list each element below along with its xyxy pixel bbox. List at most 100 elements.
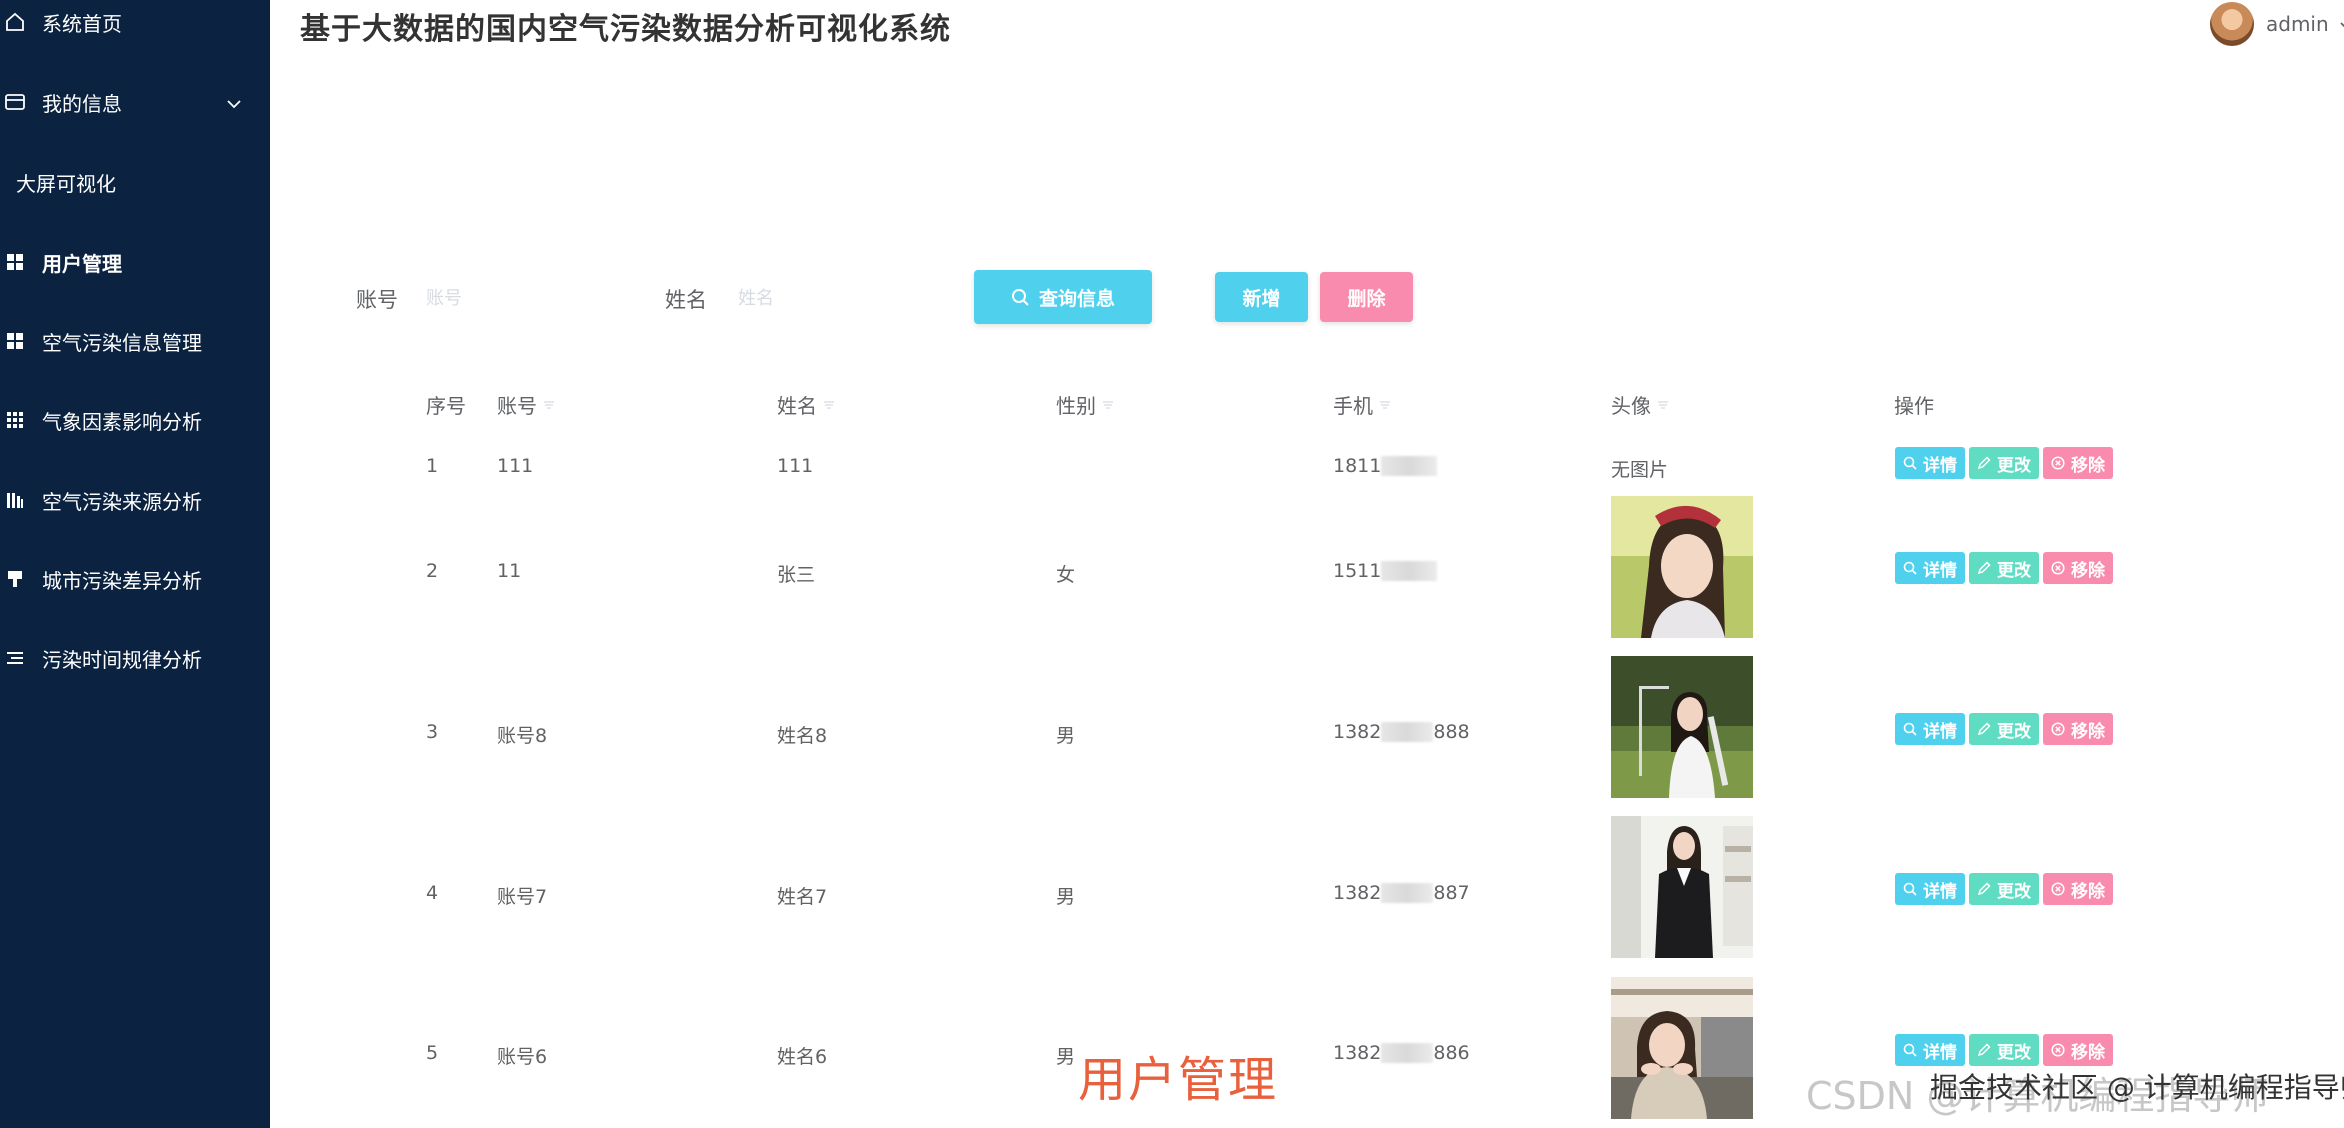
add-button[interactable]: 新增 — [1215, 272, 1308, 322]
phone-visible-end: 886 — [1433, 1042, 1470, 1064]
sidebar-item-big-screen[interactable]: 大屏可视化 — [0, 152, 270, 212]
remove-label: 移除 — [2071, 721, 2105, 742]
sidebar-item-pollution-info[interactable]: 空气污染信息管理 — [0, 311, 270, 371]
phone-visible-end: 888 — [1433, 721, 1470, 743]
cell-account: 11 — [497, 560, 522, 582]
sidebar-item-time-analysis[interactable]: 污染时间规律分析 — [0, 628, 270, 688]
phone-visible-start: 1382 — [1333, 882, 1382, 904]
cell-name: 张三 — [777, 564, 816, 586]
row-actions: 详情 更改 移除 — [1895, 552, 2113, 584]
sort-icon[interactable] — [1379, 399, 1391, 411]
sort-icon[interactable] — [1102, 399, 1114, 411]
circle-x-icon — [2051, 882, 2065, 896]
sort-icon[interactable] — [543, 399, 555, 411]
detail-label: 详情 — [1923, 881, 1957, 902]
edit-button[interactable]: 更改 — [1969, 447, 2039, 479]
sidebar-item-weather-analysis[interactable]: 气象因素影响分析 — [0, 390, 270, 450]
cell-account: 账号7 — [497, 886, 548, 908]
delete-button[interactable]: 删除 — [1320, 272, 1413, 322]
cell-account: 111 — [497, 455, 534, 477]
column-header-index: 序号 — [426, 390, 466, 419]
cell-index: 1 — [426, 455, 439, 477]
column-header-actions: 操作 — [1894, 390, 1934, 419]
edit-button[interactable]: 更改 — [1969, 713, 2039, 745]
home-icon — [4, 11, 26, 33]
sort-icon[interactable] — [1657, 399, 1669, 411]
sort-icon[interactable] — [823, 399, 835, 411]
sidebar-item-label: 空气污染来源分析 — [42, 489, 202, 514]
name-input[interactable] — [736, 280, 930, 316]
row-actions: 详情 更改 移除 — [1895, 873, 2113, 905]
column-header-phone[interactable]: 手机 — [1333, 390, 1391, 419]
search-button[interactable]: 查询信息 — [974, 270, 1152, 324]
remove-button[interactable]: 移除 — [2043, 713, 2113, 745]
grid-icon — [4, 251, 26, 273]
edit-button[interactable]: 更改 — [1969, 552, 2039, 584]
pencil-icon — [1977, 722, 1991, 736]
remove-label: 移除 — [2071, 560, 2105, 581]
circle-x-icon — [2051, 561, 2065, 575]
detail-button[interactable]: 详情 — [1895, 873, 1965, 905]
column-header-label: 头像 — [1611, 394, 1651, 418]
detail-label: 详情 — [1923, 721, 1957, 742]
cell-account: 账号8 — [497, 725, 548, 747]
circle-x-icon — [2051, 1043, 2065, 1057]
pencil-icon — [1977, 561, 1991, 575]
phone-visible-start: 1382 — [1333, 1042, 1382, 1064]
cell-gender: 男 — [1056, 1046, 1076, 1068]
page-title: 基于大数据的国内空气污染数据分析可视化系统 — [300, 12, 951, 47]
remove-button[interactable]: 移除 — [2043, 873, 2113, 905]
avatar-photo[interactable] — [1611, 496, 1753, 638]
edit-button[interactable]: 更改 — [1969, 873, 2039, 905]
sidebar-item-home[interactable]: 系统首页 — [0, 0, 270, 52]
edit-label: 更改 — [1997, 881, 2031, 902]
search-icon — [1903, 1043, 1917, 1057]
row-actions: 详情 更改 移除 — [1895, 1034, 2113, 1066]
user-name: admin — [2266, 12, 2329, 36]
remove-label: 移除 — [2071, 455, 2105, 476]
column-header-account[interactable]: 账号 — [497, 390, 555, 419]
avatar-photo[interactable] — [1611, 977, 1753, 1119]
column-header-gender[interactable]: 性别 — [1056, 390, 1114, 419]
remove-button[interactable]: 移除 — [2043, 447, 2113, 479]
sidebar-item-label: 大屏可视化 — [16, 171, 116, 196]
sidebar-item-source-analysis[interactable]: 空气污染来源分析 — [0, 470, 270, 530]
cell-phone: 1382 887 — [1333, 882, 1470, 904]
sidebar-item-my-info[interactable]: 我的信息 — [0, 72, 270, 132]
avatar-photo[interactable] — [1611, 816, 1753, 958]
detail-label: 详情 — [1923, 1042, 1957, 1063]
detail-button[interactable]: 详情 — [1895, 552, 1965, 584]
remove-button[interactable]: 移除 — [2043, 1034, 2113, 1066]
sidebar-item-city-analysis[interactable]: 城市污染差异分析 — [0, 549, 270, 609]
edit-button[interactable]: 更改 — [1969, 1034, 2039, 1066]
sidebar-item-label: 我的信息 — [42, 91, 122, 116]
search-icon — [1903, 561, 1917, 575]
detail-label: 详情 — [1923, 455, 1957, 476]
edit-label: 更改 — [1997, 455, 2031, 476]
detail-button[interactable]: 详情 — [1895, 713, 1965, 745]
detail-label: 详情 — [1923, 560, 1957, 581]
pencil-icon — [1977, 1043, 1991, 1057]
search-icon — [1903, 456, 1917, 470]
sidebar-item-label: 空气污染信息管理 — [42, 330, 202, 355]
phone-visible-end: 887 — [1433, 882, 1470, 904]
edit-label: 更改 — [1997, 721, 2031, 742]
detail-button[interactable]: 详情 — [1895, 1034, 1965, 1066]
column-header-label: 序号 — [426, 394, 466, 418]
pencil-icon — [1977, 882, 1991, 896]
cell-name: 姓名8 — [777, 725, 828, 747]
sidebar-item-user-management[interactable]: 用户管理 — [0, 232, 270, 292]
detail-button[interactable]: 详情 — [1895, 447, 1965, 479]
column-header-label: 账号 — [497, 394, 537, 418]
column-header-name[interactable]: 姓名 — [777, 390, 835, 419]
remove-button[interactable]: 移除 — [2043, 552, 2113, 584]
user-menu[interactable]: admin — [2210, 2, 2344, 46]
column-header-avatar[interactable]: 头像 — [1611, 390, 1669, 419]
account-input[interactable] — [424, 280, 618, 316]
avatar-photo[interactable] — [1611, 656, 1753, 798]
phone-visible-start: 1811 — [1333, 455, 1382, 477]
edit-label: 更改 — [1997, 560, 2031, 581]
sidebar-item-label: 污染时间规律分析 — [42, 647, 202, 672]
cell-gender: 女 — [1056, 564, 1076, 586]
cell-index: 5 — [426, 1042, 439, 1064]
